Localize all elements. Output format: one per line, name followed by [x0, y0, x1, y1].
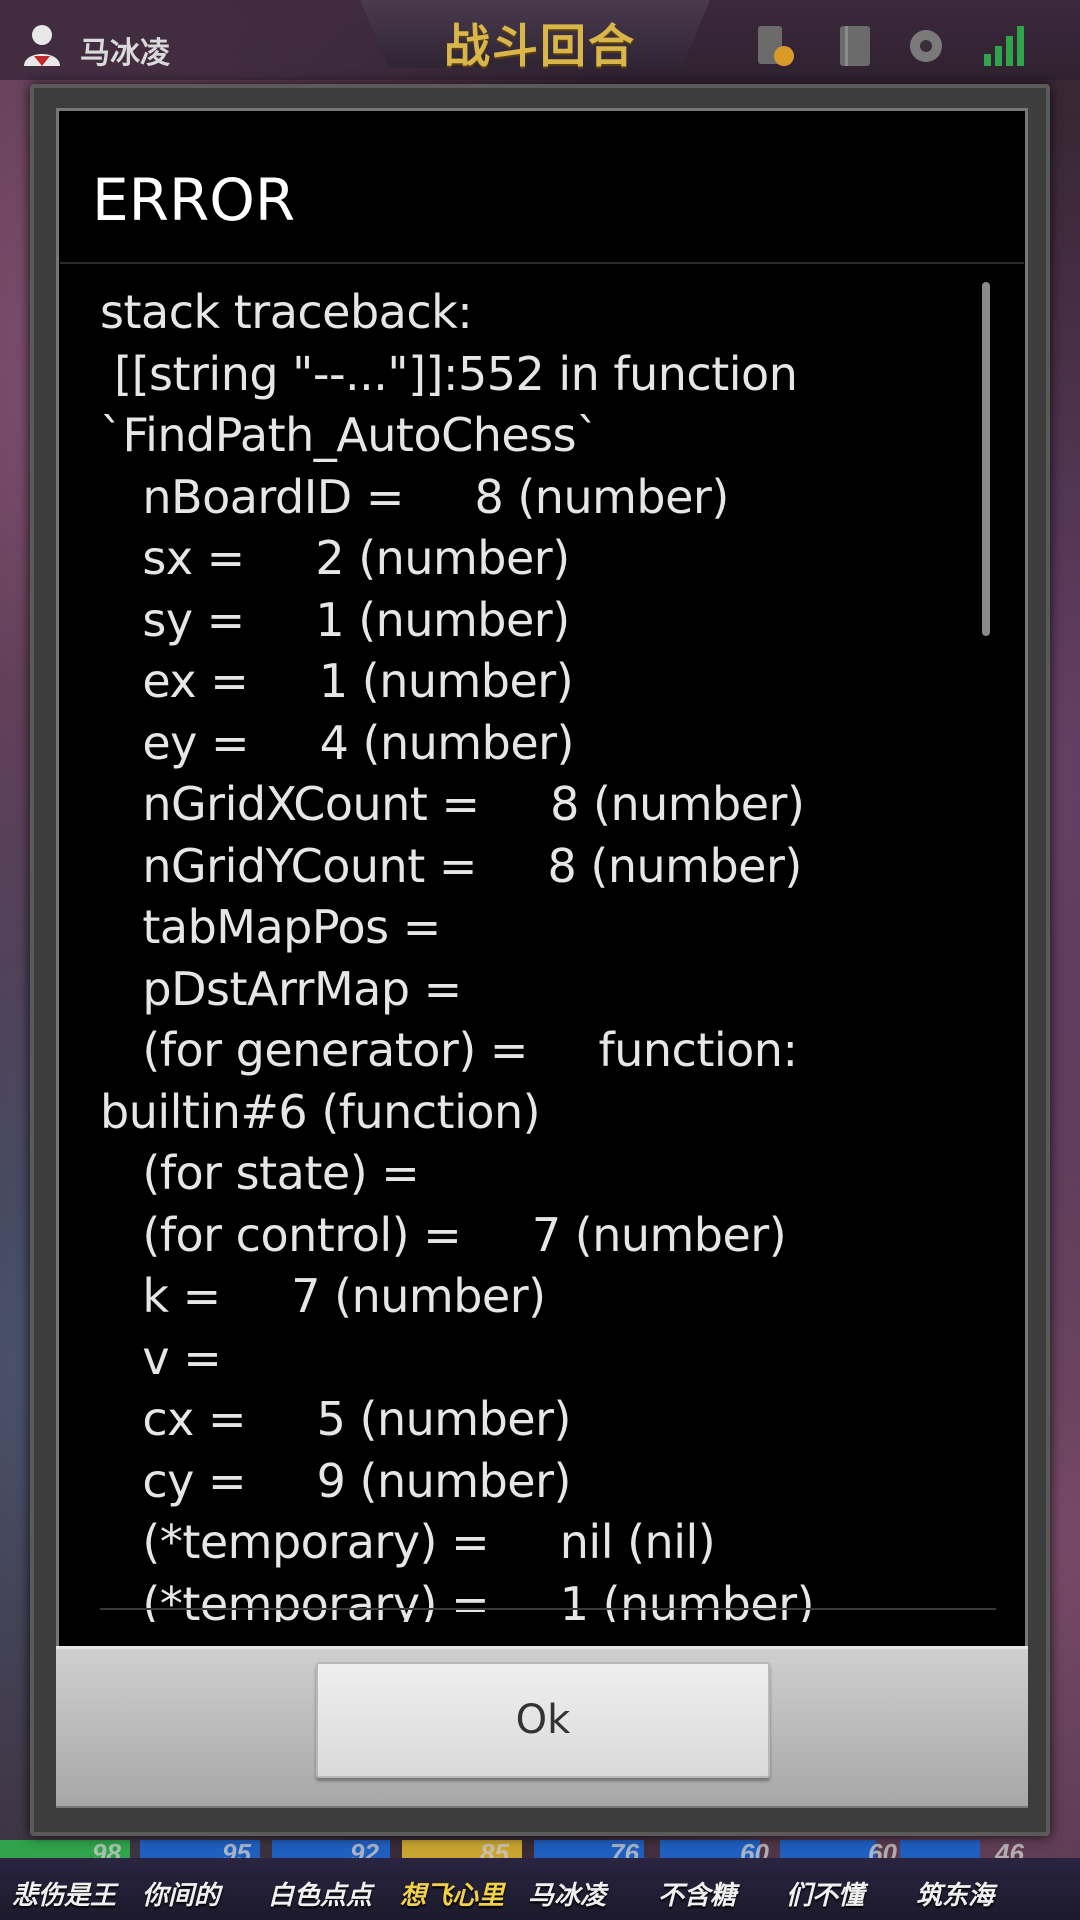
- message-scroll-area[interactable]: stack traceback: [[string "--..."]]:552 …: [100, 282, 980, 1622]
- player-list-name[interactable]: 悲伤是王: [12, 1875, 116, 1912]
- scrollbar-thumb[interactable]: [982, 282, 990, 636]
- ok-button[interactable]: Ok: [316, 1662, 770, 1778]
- message-divider: [100, 1608, 996, 1610]
- player-list-name[interactable]: 不含糖: [658, 1875, 736, 1912]
- player-list-name[interactable]: 你间的: [142, 1875, 220, 1912]
- dialog-title: ERROR: [92, 166, 296, 234]
- player-list-name[interactable]: 马冰凌: [528, 1875, 606, 1912]
- player-list-name[interactable]: 筑东海: [916, 1875, 994, 1912]
- signal-strength-icon: [984, 26, 1024, 66]
- player-list-name[interactable]: 们不懂: [786, 1875, 864, 1912]
- player-list-name[interactable]: 白色点点: [268, 1875, 372, 1912]
- swap-device-icon[interactable]: [752, 22, 800, 70]
- ok-button-label: Ok: [515, 1697, 571, 1743]
- player-list-name-active[interactable]: 想飞心里: [400, 1875, 504, 1912]
- title-divider: [60, 262, 1024, 264]
- error-message: stack traceback: [[string "--..."]]:552 …: [100, 285, 815, 1622]
- game-top-bar: 马冰凌 战斗回合: [0, 0, 1080, 80]
- book-icon[interactable]: [832, 22, 880, 70]
- settings-gear-icon[interactable]: [902, 22, 950, 70]
